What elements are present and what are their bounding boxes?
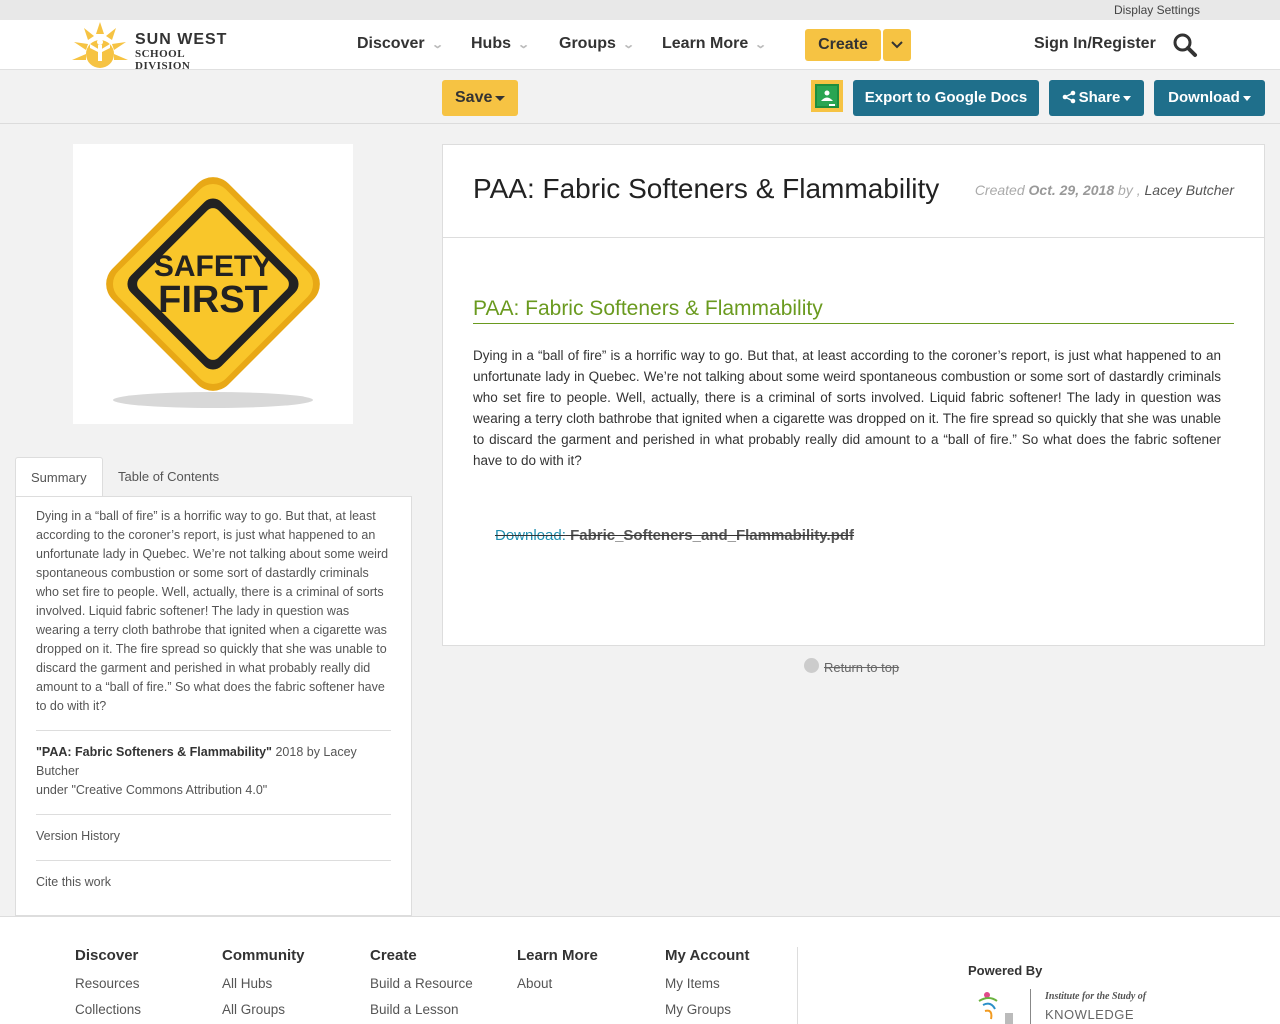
tab-table-of-contents[interactable]: Table of Contents	[103, 457, 234, 497]
save-button-label: Save	[455, 89, 493, 106]
license-title: "PAA: Fabric Softeners & Flammability"	[36, 745, 272, 759]
share-button[interactable]: Share	[1049, 80, 1144, 116]
return-to-top-label: Return to top	[824, 660, 900, 675]
caret-down-icon	[1123, 95, 1132, 101]
sidebar-tabs: Summary Table of Contents	[15, 457, 412, 498]
chevron-down-icon: ⌄	[430, 39, 444, 51]
cite-work-link[interactable]: Cite this work	[36, 875, 111, 889]
section-title: PAA: Fabric Softeners & Flammability	[473, 297, 1234, 324]
top-utility-bar: Display Settings	[0, 0, 1280, 20]
footer-heading: Discover	[75, 947, 139, 964]
download-button[interactable]: Download	[1154, 80, 1265, 116]
isk-figure-icon	[978, 992, 1013, 1024]
chevron-down-icon: ⌄	[517, 39, 531, 51]
summary-text: Dying in a “ball of fire” is a horrific …	[36, 509, 389, 713]
created-by: by ,	[1114, 182, 1145, 198]
footer-divider	[797, 947, 798, 1024]
footer-link-my-groups[interactable]: My Groups	[665, 1002, 749, 1017]
download-button-label: Download	[1168, 89, 1240, 106]
main-content-card: PAA: Fabric Softeners & Flammability Cre…	[442, 144, 1265, 646]
footer-link-my-items[interactable]: My Items	[665, 976, 749, 991]
nav-learn-more-label: Learn More	[662, 35, 749, 52]
page-title: PAA: Fabric Softeners & Flammability	[473, 173, 940, 204]
footer-heading: My Account	[665, 947, 750, 964]
save-button[interactable]: Save	[442, 80, 518, 116]
nav-groups-label: Groups	[559, 35, 616, 52]
search-icon[interactable]	[1172, 32, 1198, 58]
divider	[36, 814, 391, 815]
footer-col-discover: Discover Resources Collections	[75, 947, 141, 1024]
nav-learn-more[interactable]: Learn More ⌄	[662, 35, 768, 53]
nav-discover-label: Discover	[357, 35, 425, 52]
created-date: Oct. 29, 2018	[1028, 182, 1115, 198]
caret-down-icon	[495, 96, 505, 101]
isk-logo[interactable]: Institute for the Study of KNOWLEDGE	[975, 989, 1155, 1024]
footer-link-collections[interactable]: Collections	[75, 1002, 141, 1017]
footer-col-my-account: My Account My Items My Groups	[665, 947, 749, 1024]
footer-col-create: Create Build a Resource Build a Lesson	[370, 947, 473, 1024]
footer-link-build-lesson[interactable]: Build a Lesson	[370, 1002, 473, 1017]
sun-west-logo[interactable]: SUN WEST SCHOOL DIVISION	[70, 20, 240, 73]
site-footer: Discover Resources Collections Community…	[0, 916, 1280, 1024]
version-history-link[interactable]: Version History	[36, 829, 120, 843]
share-icon	[1062, 90, 1075, 104]
create-button[interactable]: Create	[805, 29, 881, 61]
sign-in-register-link[interactable]: Sign In/Register	[1034, 35, 1156, 53]
created-info: Created Oct. 29, 2018 by , Lacey Butcher	[975, 182, 1234, 198]
license-type: under "Creative Commons Attribution 4.0"	[36, 783, 268, 797]
download-filename: Fabric_Softeners_and_Flammability.pdf	[570, 527, 855, 544]
logo-line2: SCHOOL DIVISION	[135, 48, 191, 72]
chevron-down-icon: ⌄	[622, 39, 635, 51]
divider	[36, 730, 391, 731]
download-file-link[interactable]: Download: Fabric_Softeners_and_Flammabil…	[495, 527, 854, 544]
caret-down-icon	[1242, 95, 1251, 101]
resource-header: PAA: Fabric Softeners & Flammability Cre…	[443, 145, 1264, 238]
nav-hubs[interactable]: Hubs ⌄	[471, 35, 531, 53]
footer-heading: Create	[370, 947, 417, 964]
nav-groups[interactable]: Groups ⌄	[559, 35, 635, 53]
resource-cover-image: SAFETY FIRST	[73, 144, 353, 424]
footer-link-about[interactable]: About	[517, 976, 598, 991]
sun-logo-icon	[72, 22, 128, 68]
safety-first-sign-icon: SAFETY FIRST	[106, 177, 320, 408]
google-classroom-icon[interactable]	[811, 80, 843, 112]
body-text: Dying in a “ball of fire” is a horrific …	[473, 348, 1221, 468]
footer-col-community: Community All Hubs All Groups	[222, 947, 305, 1024]
isk-line1: Institute for the Study of	[1045, 991, 1147, 1002]
powered-by-label: Powered By	[968, 963, 1043, 978]
footer-link-all-groups[interactable]: All Groups	[222, 1002, 305, 1017]
download-label: Download:	[495, 527, 566, 544]
footer-heading: Learn More	[517, 947, 598, 964]
export-google-docs-button[interactable]: Export to Google Docs	[853, 80, 1039, 116]
footer-link-resources[interactable]: Resources	[75, 976, 141, 991]
chevron-down-icon: ⌄	[754, 39, 768, 51]
isk-logo-divider	[1030, 989, 1031, 1024]
tab-summary[interactable]: Summary	[15, 457, 103, 498]
footer-heading: Community	[222, 947, 305, 964]
return-to-top-link[interactable]: Return to top	[804, 658, 900, 676]
summary-panel: Dying in a “ball of fire” is a horrific …	[15, 496, 412, 916]
chevron-down-icon	[891, 41, 903, 49]
display-settings-link[interactable]: Display Settings	[1114, 3, 1200, 17]
share-button-label: Share	[1078, 89, 1121, 106]
main-navbar: SUN WEST SCHOOL DIVISION Discover ⌄ Hubs ⌄…	[0, 20, 1280, 73]
nav-hubs-label: Hubs	[471, 35, 511, 52]
footer-link-all-hubs[interactable]: All Hubs	[222, 976, 305, 991]
divider	[36, 860, 391, 861]
isk-line2: KNOWLEDGE	[1045, 1007, 1135, 1022]
created-prefix: Created	[974, 182, 1029, 198]
resource-toolbar: Save Export to Google Docs Share Downloa…	[0, 71, 1280, 124]
arrow-up-circle-icon	[804, 658, 819, 674]
license-info: "PAA: Fabric Softeners & Flammability" 2…	[36, 743, 392, 800]
footer-link-build-resource[interactable]: Build a Resource	[370, 976, 473, 991]
logo-text: SUN WEST SCHOOL DIVISION	[135, 31, 240, 73]
footer-col-learn-more: Learn More About	[517, 947, 598, 1002]
sign-text-first: FIRST	[158, 279, 268, 321]
create-dropdown-button[interactable]	[883, 29, 911, 61]
logo-line1: SUN WEST	[135, 31, 228, 48]
author-link[interactable]: Lacey Butcher	[1145, 182, 1235, 198]
nav-discover[interactable]: Discover ⌄	[357, 35, 444, 53]
